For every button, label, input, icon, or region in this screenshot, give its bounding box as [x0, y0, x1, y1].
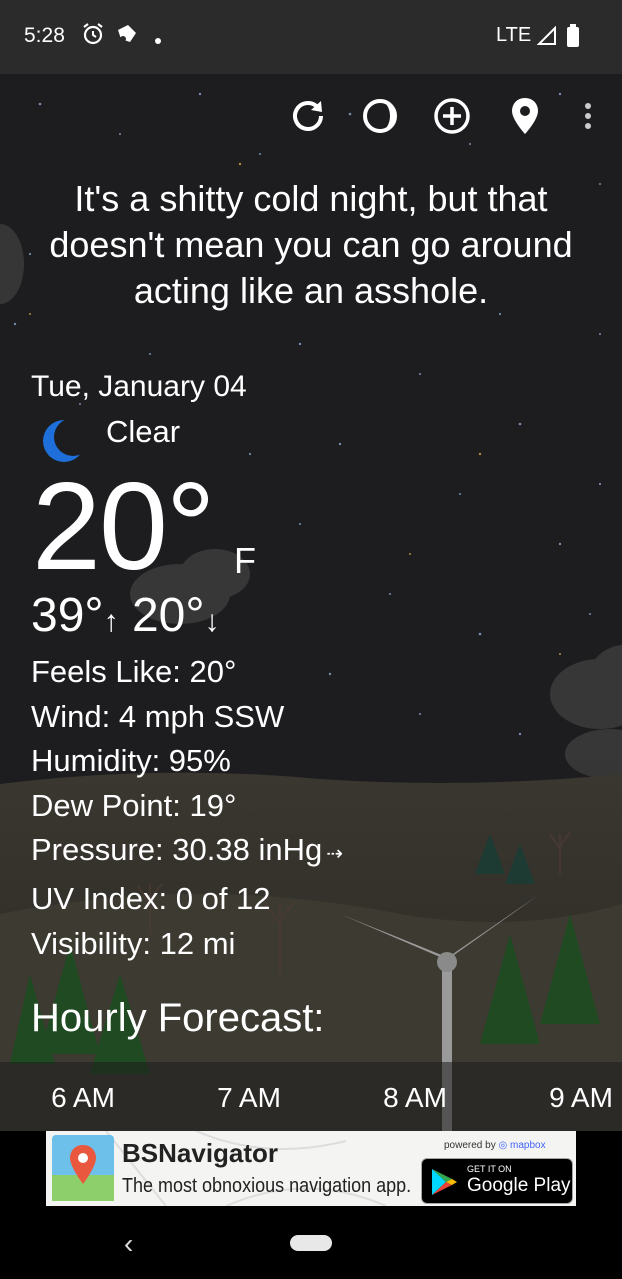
more-options-button[interactable] — [566, 96, 610, 140]
add-location-icon — [432, 96, 472, 141]
current-temperature: 20° — [32, 458, 216, 596]
hourly-item[interactable]: 9 AM — [521, 1082, 622, 1114]
refresh-button[interactable] — [286, 96, 330, 140]
location-button[interactable] — [503, 96, 547, 140]
high-low: 39°↑ 20°↓ — [31, 588, 220, 643]
condition-label: Clear — [106, 414, 181, 449]
signal-icon — [536, 25, 557, 51]
hourly-item[interactable]: 8 AM — [355, 1082, 475, 1114]
hourly-item[interactable]: 6 AM — [23, 1082, 143, 1114]
battery-icon — [566, 24, 580, 53]
humidity: Humidity: 95% — [31, 743, 231, 779]
back-icon[interactable]: ‹ — [124, 1228, 133, 1260]
uv-index: UV Index: 0 of 12 — [31, 880, 271, 916]
refresh-icon — [288, 96, 328, 141]
ad-banner[interactable]: BSNavigator The most obnoxious navigatio… — [46, 1131, 576, 1206]
add-location-button[interactable] — [430, 96, 474, 140]
weather-scene: It's a shitty cold night, but that doesn… — [0, 74, 622, 1131]
ad-powered-by: powered by ◎ mapbox — [444, 1140, 546, 1151]
wind: Wind: 4 mph SSW — [31, 698, 285, 734]
pressure: Pressure: 30.38 inHg — [31, 832, 323, 868]
hourly-item[interactable]: 7 AM — [189, 1082, 309, 1114]
alarm-icon — [82, 22, 104, 51]
forecast-date: Tue, January 04 — [31, 370, 247, 403]
high-temp: 39° — [31, 589, 104, 642]
weather-details: Feels Like: 20° Wind: 4 mph SSW Humidity… — [31, 650, 343, 966]
hourly-forecast-list[interactable]: 6 AM 7 AM 8 AM 9 AM — [0, 1062, 622, 1131]
visibility: Visibility: 12 mi — [31, 925, 236, 961]
cast-icon — [115, 22, 139, 51]
weather-quote: It's a shitty cold night, but that doesn… — [49, 178, 573, 311]
home-pill[interactable] — [290, 1235, 332, 1251]
dot-icon — [154, 32, 162, 50]
more-vert-icon — [583, 101, 593, 136]
status-bar: 5:28 LTE — [0, 0, 622, 74]
bsnavigator-logo-icon — [52, 1135, 114, 1206]
low-temp: 20° — [131, 589, 205, 642]
pressure-row: Pressure: 30.38 inHg ⇢ — [31, 828, 343, 877]
hourly-forecast-title: Hourly Forecast: — [31, 996, 325, 1040]
network-type: LTE — [496, 24, 532, 46]
mapbox-logo-icon: ◎ — [498, 1140, 508, 1151]
arrow-down-icon: ↓ — [204, 605, 220, 638]
google-play-icon — [430, 1167, 458, 1202]
ad-app-name: BSNavigator — [122, 1138, 279, 1168]
feels-like: Feels Like: 20° — [31, 654, 237, 689]
theme-button[interactable] — [358, 96, 402, 140]
google-play-badge[interactable]: GET IT ON Google Play — [421, 1158, 573, 1204]
theme-icon — [360, 96, 400, 141]
arrow-right-icon: ⇢ — [326, 843, 343, 866]
temperature-unit: F — [234, 540, 256, 581]
arrow-up-icon: ↑ — [103, 605, 119, 638]
ad-tagline: The most obnoxious navigation app. — [122, 1175, 412, 1197]
dew-point: Dew Point: 19° — [31, 787, 237, 823]
status-time: 5:28 — [24, 24, 65, 47]
location-pin-icon — [509, 96, 541, 141]
system-navigation-bar: ‹ — [0, 1206, 622, 1279]
